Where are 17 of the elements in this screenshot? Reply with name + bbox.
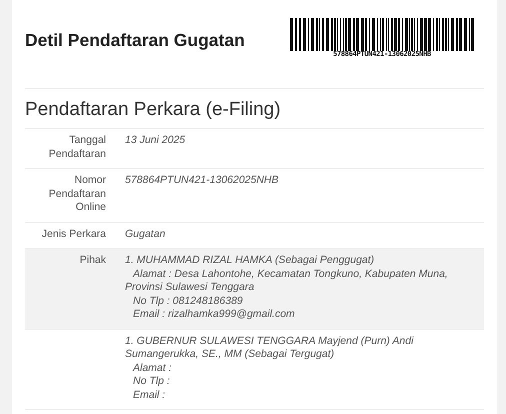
party-email: Email : — [132, 388, 166, 402]
party-phone: No Tlp : — [132, 375, 171, 388]
party-email: Email : rizalhamka999@gmail.com — [132, 308, 296, 322]
field-label: Nomor Pendaftaran Online — [48, 174, 106, 213]
field-value: 13 Juni 2025 — [125, 134, 186, 148]
party-name: 1. MUHAMMAD RIZAL HAMKA (Sebagai Penggugat) — [125, 254, 376, 268]
party-address: Alamat : — [132, 362, 173, 375]
page-title: Detil Pendaftaran Gugatan — [25, 30, 245, 51]
field-label: Pihak — [80, 254, 106, 266]
field-value: 578864PTUN421-13062025NHB — [125, 174, 280, 188]
party-address: Alamat : Desa Lahontohe, Kecamatan Tongkuno, Kabupaten Muna, Provinsi Sulawesi Tenggara — [125, 268, 449, 294]
field-label: Jenis Perkara — [42, 228, 106, 240]
field-value: Gugatan — [125, 228, 166, 241]
party-phone: No Tlp : 081248186389 — [132, 294, 244, 308]
field-label: Tanggal Pendaftaran — [48, 134, 106, 160]
party-name: 1. GUBERNUR SULAWESI TENGGARA Mayjend (Purn) Andi Sumangerukka, SE., MM (Sebagai Tergugat) — [125, 334, 415, 362]
section-title: Pendaftaran Perkara (e-Filing) — [25, 89, 484, 129]
